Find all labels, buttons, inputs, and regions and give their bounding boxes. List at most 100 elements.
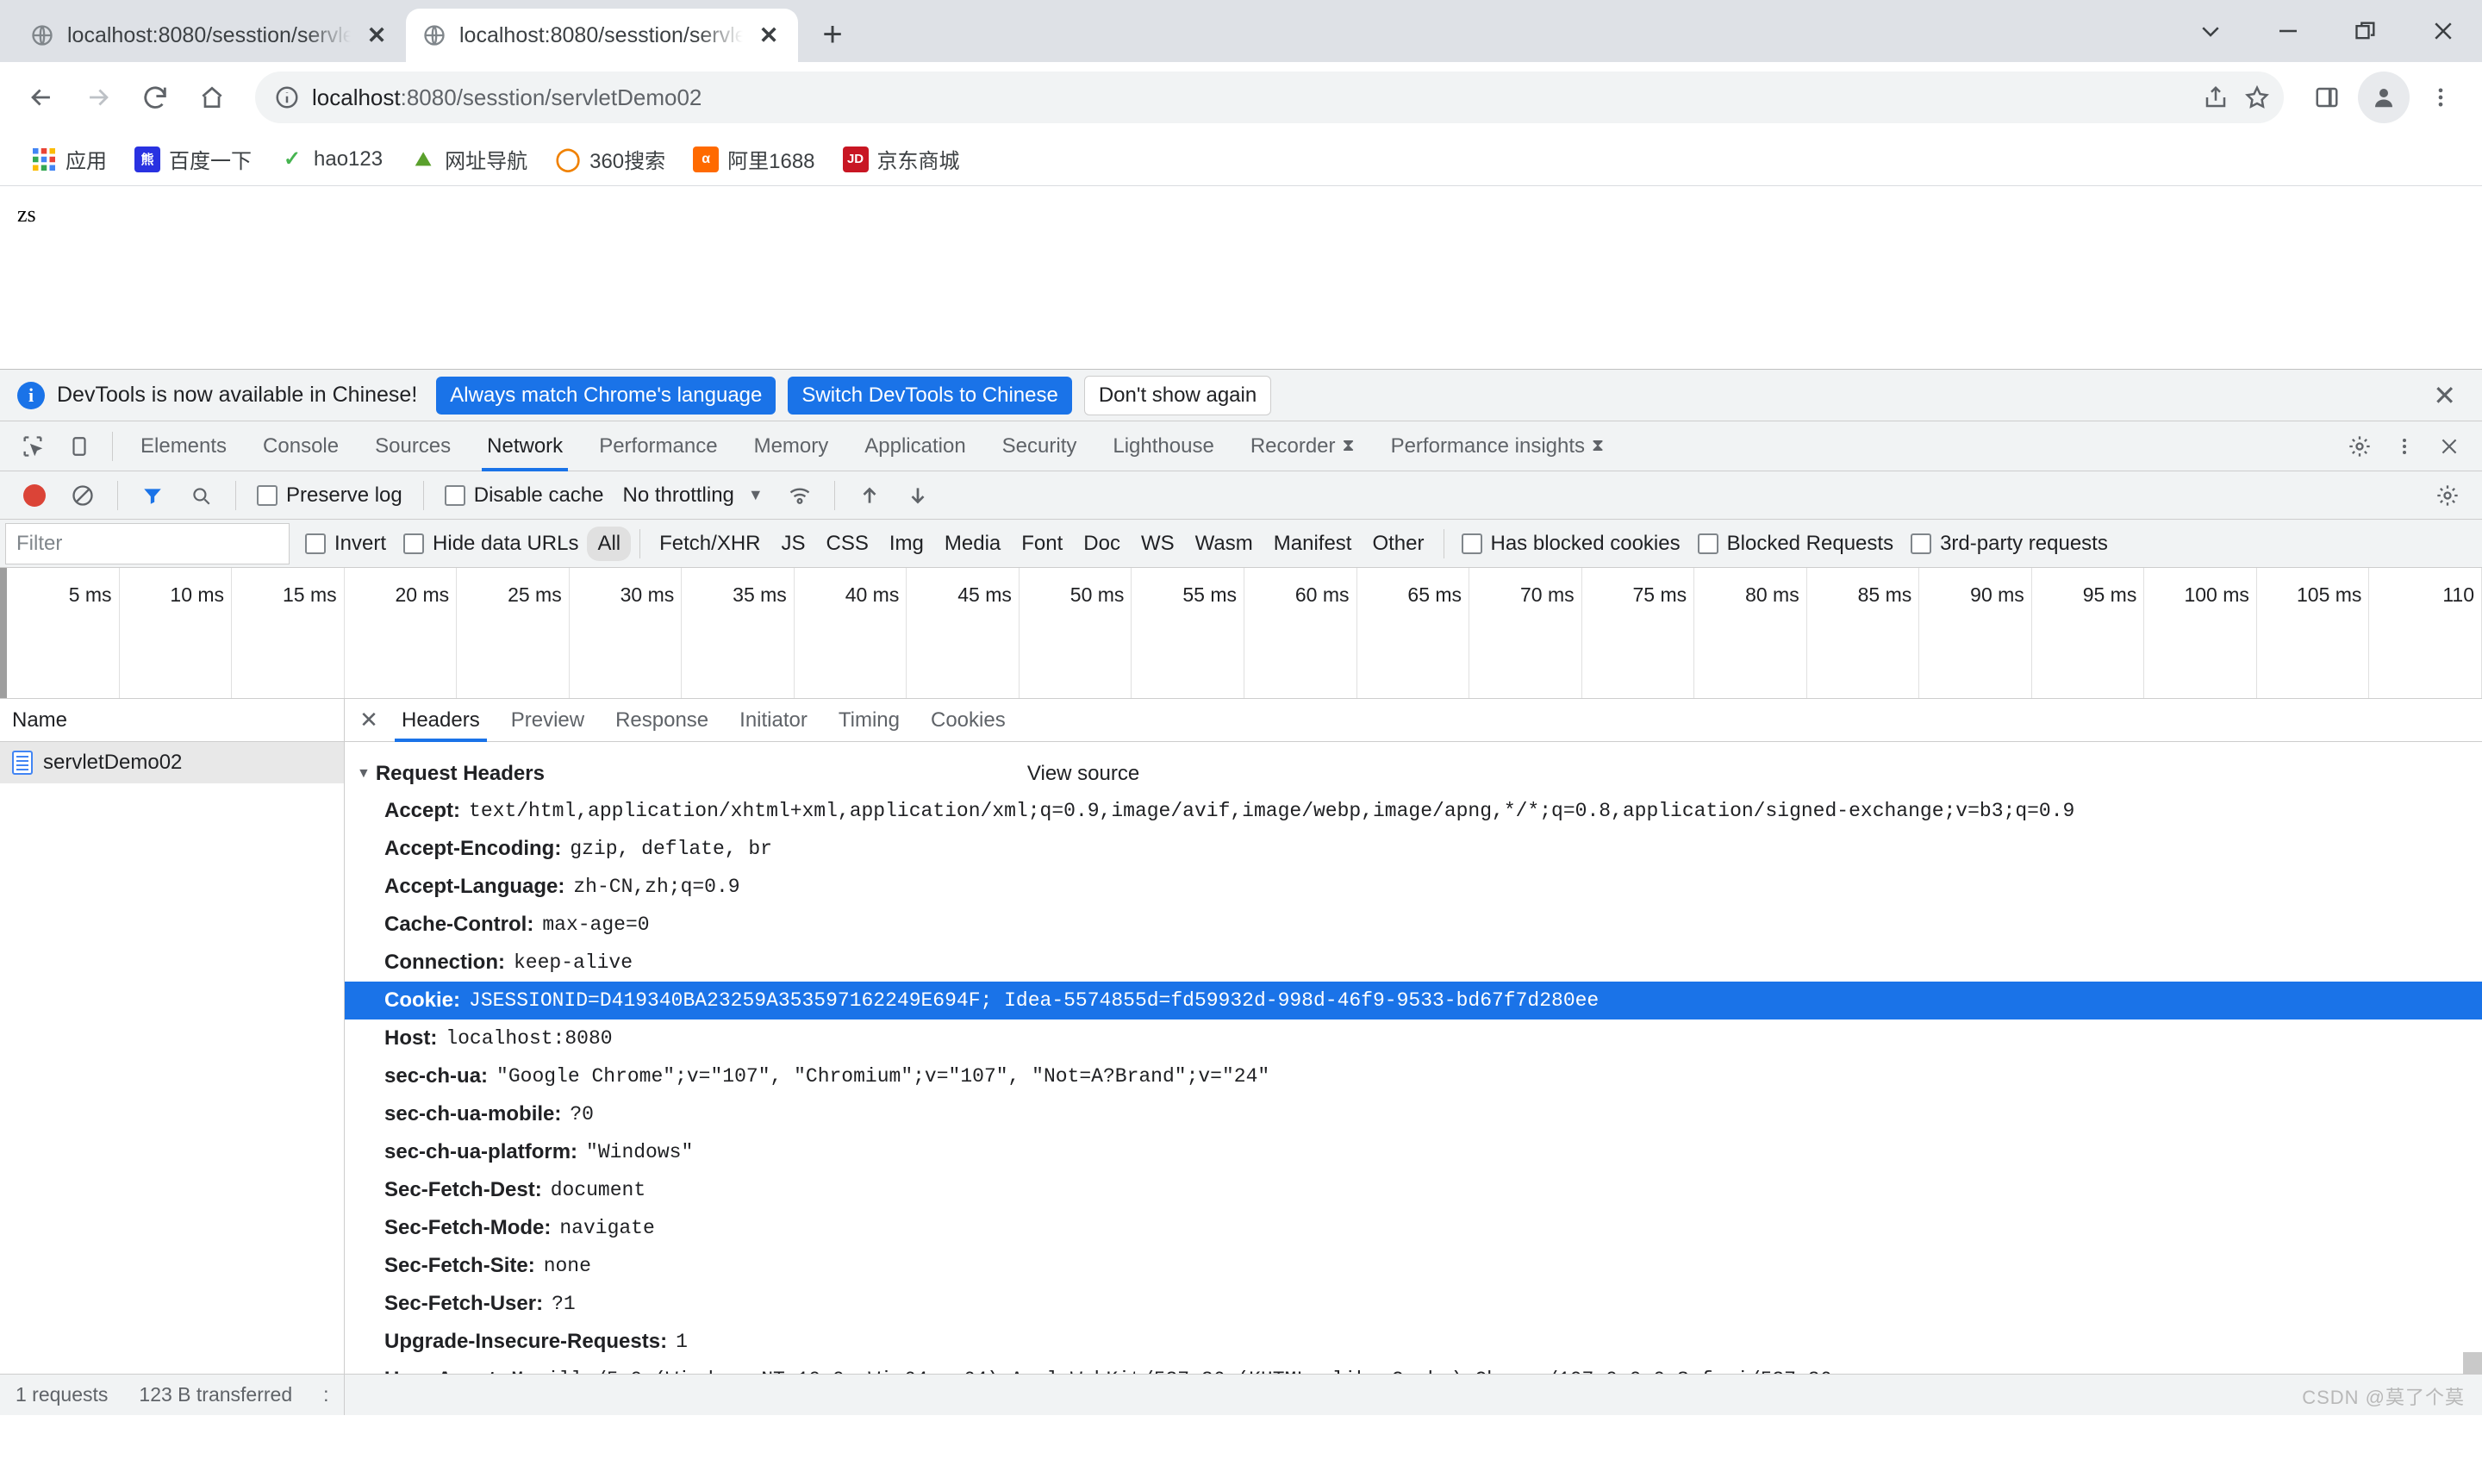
close-detail-icon[interactable]: ✕: [352, 707, 386, 733]
tab-preview[interactable]: Preview: [496, 699, 600, 742]
table-row[interactable]: servletDemo02: [0, 742, 344, 783]
header-row[interactable]: User-Agent:Mozilla/5.0 (Windows NT 10.0;…: [345, 1361, 2482, 1374]
tab-console[interactable]: Console: [246, 421, 356, 471]
close-notice-icon[interactable]: ✕: [2424, 379, 2465, 412]
back-icon[interactable]: [16, 72, 67, 123]
header-row[interactable]: Upgrade-Insecure-Requests: 1: [345, 1323, 2482, 1361]
throttling-select[interactable]: No throttling: [615, 483, 733, 508]
network-settings-gear-icon[interactable]: [2425, 473, 2470, 518]
page-info-icon[interactable]: [274, 84, 300, 110]
tab-recorder[interactable]: Recorder ⧗: [1233, 421, 1372, 471]
has-blocked-cookies-checkbox[interactable]: Has blocked cookies: [1453, 532, 1689, 556]
filter-funnel-icon[interactable]: [130, 473, 175, 518]
tab-search-chevron-down-icon[interactable]: [2172, 0, 2249, 62]
share-icon[interactable]: [2203, 84, 2229, 110]
header-row[interactable]: Cookie: JSESSIONID=D419340BA23259A3535971…: [345, 982, 2482, 1019]
clear-network-log-icon[interactable]: [60, 473, 105, 518]
reload-icon[interactable]: [129, 72, 181, 123]
preserve-log-checkbox[interactable]: Preserve log: [248, 483, 411, 508]
tab-initiator[interactable]: Initiator: [724, 699, 823, 742]
network-conditions-icon[interactable]: [777, 473, 822, 518]
maximize-restore-icon[interactable]: [2327, 0, 2404, 62]
header-row[interactable]: Accept-Language: zh-CN,zh;q=0.9: [345, 868, 2482, 906]
tab-headers[interactable]: Headers: [386, 699, 496, 742]
address-bar[interactable]: localhost:8080/sesstion/servletDemo02: [255, 72, 2284, 123]
browser-tab-2[interactable]: localhost:8080/sesstion/servle ✕: [406, 9, 798, 62]
export-har-icon[interactable]: [895, 473, 940, 518]
header-row[interactable]: Cache-Control: max-age=0: [345, 906, 2482, 944]
third-party-requests-checkbox[interactable]: 3rd-party requests: [1902, 532, 2117, 556]
bookmark-nav[interactable]: ⛰ 网址导航: [398, 137, 539, 181]
tab-elements[interactable]: Elements: [123, 421, 244, 471]
blocked-requests-checkbox[interactable]: Blocked Requests: [1689, 532, 1902, 556]
scrollbar-thumb[interactable]: [2463, 1352, 2482, 1375]
view-source-link[interactable]: View source: [1027, 762, 1139, 786]
bookmark-360-search[interactable]: ◯ 360搜索: [543, 137, 677, 181]
tab-response[interactable]: Response: [600, 699, 724, 742]
chrome-menu-icon[interactable]: [2415, 72, 2466, 123]
bookmark-alibaba[interactable]: α 阿里1688: [681, 137, 826, 181]
type-filter-wasm[interactable]: Wasm: [1185, 527, 1263, 561]
close-devtools-icon[interactable]: [2427, 424, 2472, 469]
header-row[interactable]: Sec-Fetch-Mode: navigate: [345, 1209, 2482, 1247]
type-filter-media[interactable]: Media: [934, 527, 1011, 561]
type-filter-js[interactable]: JS: [771, 527, 816, 561]
home-icon[interactable]: [186, 72, 238, 123]
side-panel-icon[interactable]: [2301, 72, 2353, 123]
header-row[interactable]: Sec-Fetch-User: ?1: [345, 1285, 2482, 1323]
new-tab-button[interactable]: +: [808, 10, 857, 59]
tab-timing[interactable]: Timing: [823, 699, 915, 742]
header-row[interactable]: Host: localhost:8080: [345, 1019, 2482, 1057]
bookmark-star-icon[interactable]: [2244, 84, 2270, 110]
header-row[interactable]: sec-ch-ua-mobile: ?0: [345, 1095, 2482, 1133]
invert-checkbox[interactable]: Invert: [296, 532, 395, 556]
tab-performance-insights[interactable]: Performance insights ⧗: [1374, 421, 1621, 471]
inspect-element-icon[interactable]: [10, 424, 55, 469]
type-filter-css[interactable]: CSS: [816, 527, 879, 561]
type-filter-doc[interactable]: Doc: [1073, 527, 1131, 561]
hide-data-urls-checkbox[interactable]: Hide data URLs: [395, 532, 587, 556]
header-row[interactable]: Sec-Fetch-Site: none: [345, 1247, 2482, 1285]
bookmark-hao123[interactable]: ✓ hao123: [267, 140, 395, 179]
type-filter-font[interactable]: Font: [1011, 527, 1073, 561]
header-row[interactable]: Sec-Fetch-Dest: document: [345, 1171, 2482, 1209]
dont-show-again-button[interactable]: Don't show again: [1083, 375, 1272, 415]
tab-sources[interactable]: Sources: [358, 421, 468, 471]
tab-application[interactable]: Application: [847, 421, 982, 471]
tab-memory[interactable]: Memory: [737, 421, 846, 471]
type-filter-other[interactable]: Other: [1362, 527, 1434, 561]
browser-tab-1[interactable]: localhost:8080/sesstion/servle ✕: [14, 9, 406, 62]
bookmark-apps[interactable]: 应用: [19, 137, 119, 181]
tab-network[interactable]: Network: [470, 421, 580, 471]
filter-input[interactable]: Filter: [5, 522, 290, 564]
device-toolbar-icon[interactable]: [57, 424, 102, 469]
minimize-icon[interactable]: [2249, 0, 2327, 62]
type-filter-fetch-xhr[interactable]: Fetch/XHR: [649, 527, 770, 561]
tab-cookies[interactable]: Cookies: [915, 699, 1021, 742]
request-headers-section-title[interactable]: ▼ Request Headers View source: [345, 756, 2482, 792]
tab-close-icon[interactable]: ✕: [363, 22, 390, 49]
chevron-down-icon[interactable]: ▼: [738, 486, 774, 504]
header-row[interactable]: Connection: keep-alive: [345, 944, 2482, 982]
type-filter-img[interactable]: Img: [879, 527, 934, 561]
type-filter-manifest[interactable]: Manifest: [1263, 527, 1363, 561]
tab-close-icon[interactable]: ✕: [755, 22, 783, 49]
header-row[interactable]: Accept-Encoding: gzip, deflate, br: [345, 830, 2482, 868]
type-filter-ws[interactable]: WS: [1131, 527, 1185, 561]
tab-security[interactable]: Security: [985, 421, 1094, 471]
profile-avatar-icon[interactable]: [2358, 72, 2410, 123]
tab-performance[interactable]: Performance: [582, 421, 734, 471]
network-timeline-overview[interactable]: 5 ms 10 ms 15 ms 20 ms 25 ms 30 ms 35 ms 40 ms 4…: [0, 568, 2482, 699]
header-row[interactable]: Accept: text/html,application/xhtml+xml,a…: [345, 792, 2482, 830]
devtools-more-icon[interactable]: [2382, 424, 2427, 469]
disable-cache-checkbox[interactable]: Disable cache: [436, 483, 613, 508]
header-row[interactable]: sec-ch-ua-platform: "Windows": [345, 1133, 2482, 1171]
header-row[interactable]: sec-ch-ua: "Google Chrome";v="107", "Chro…: [345, 1057, 2482, 1095]
settings-gear-icon[interactable]: [2337, 424, 2382, 469]
tab-lighthouse[interactable]: Lighthouse: [1095, 421, 1231, 471]
record-button-icon[interactable]: [12, 473, 57, 518]
search-icon[interactable]: [178, 473, 223, 518]
bookmark-baidu[interactable]: 熊 百度一下: [122, 137, 264, 181]
bookmark-jd[interactable]: JD 京东商城: [831, 137, 972, 181]
close-window-icon[interactable]: [2404, 0, 2482, 62]
